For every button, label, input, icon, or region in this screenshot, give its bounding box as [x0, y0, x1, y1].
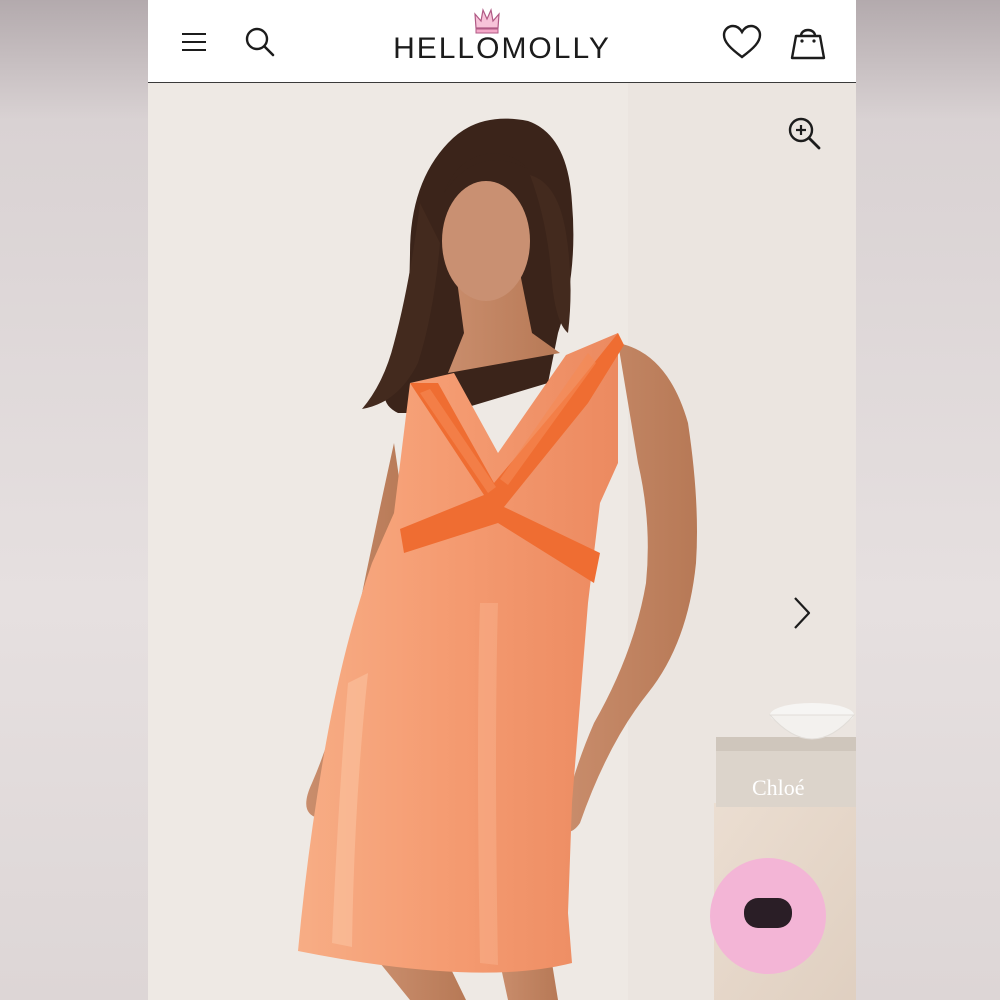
chevron-right-icon[interactable]: [790, 595, 814, 631]
chat-widget-button[interactable]: [710, 858, 826, 974]
heart-icon[interactable]: [722, 24, 762, 60]
menu-icon[interactable]: [180, 28, 208, 56]
store-logo[interactable]: HELLOMOLLY: [384, 4, 620, 74]
book-text: Chloé: [752, 775, 805, 800]
chat-icon: [744, 898, 792, 928]
mobile-page: HELLOMOLLY Chloé: [148, 0, 856, 1000]
zoom-in-icon[interactable]: [786, 115, 822, 151]
blurred-background-right: [856, 0, 1000, 1000]
logo-text: HELLOMOLLY: [393, 32, 611, 65]
bag-icon[interactable]: [788, 22, 828, 62]
search-icon[interactable]: [244, 26, 276, 58]
top-navigation-bar: HELLOMOLLY: [148, 0, 856, 83]
blurred-background-left: [0, 0, 148, 1000]
